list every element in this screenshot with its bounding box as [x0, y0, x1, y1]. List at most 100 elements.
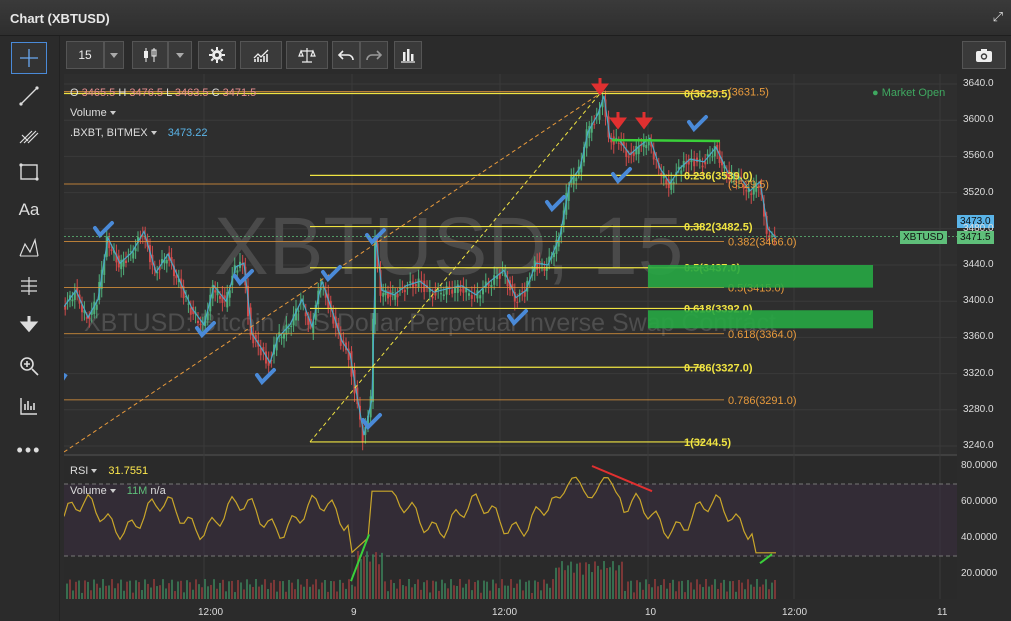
indicators-button[interactable]	[240, 41, 282, 69]
candle-body	[409, 281, 412, 284]
volume-bar	[597, 565, 599, 599]
snapshot-button[interactable]	[962, 41, 1006, 69]
volume-bar	[630, 580, 632, 599]
candle-body	[297, 310, 300, 312]
comparison-value: 3473.22	[167, 127, 208, 139]
volume-bar	[189, 582, 191, 599]
interval-dropdown[interactable]	[104, 41, 124, 69]
undo-button[interactable]	[332, 41, 360, 69]
watermark-symbol: XBTUSD, 15	[214, 201, 683, 292]
volume-bar	[528, 580, 530, 599]
volume-bar	[213, 579, 215, 599]
volume-bar	[645, 579, 647, 599]
more-tools-button[interactable]: •••	[11, 434, 47, 466]
chart-type-dropdown[interactable]	[168, 41, 192, 69]
fib-yellow-label: 0.786(3327.0)	[684, 362, 753, 374]
text-tool[interactable]: Aa	[11, 194, 47, 226]
volume-bar	[366, 551, 368, 599]
rsi-legend[interactable]: RSI 31.7551	[70, 465, 148, 477]
volume-bar	[105, 585, 107, 599]
volume-bar	[369, 561, 371, 599]
candle-body	[516, 301, 519, 303]
candle-body	[645, 145, 648, 149]
measure-tool[interactable]	[11, 270, 47, 302]
volume-bar	[774, 579, 776, 599]
volume-bar	[465, 583, 467, 599]
price-chart-canvas[interactable]: XBTUSD, 15XBTUSD: Bitcoin / US Dollar Pe…	[64, 74, 960, 605]
market-status: ● Market Open	[872, 87, 946, 99]
trend-line-tool[interactable]	[11, 80, 47, 112]
volume-bar	[486, 581, 488, 599]
fib-orange-label: 0.786(3291.0)	[728, 395, 797, 407]
volume-bar	[396, 588, 398, 599]
price-tick-label: 3520.0	[963, 186, 994, 198]
volume-bar	[102, 579, 104, 599]
crosshair-tool[interactable]	[11, 42, 47, 74]
volume-bar	[273, 579, 275, 599]
volume-bar	[207, 586, 209, 599]
volume-legend[interactable]: Volume	[70, 107, 116, 119]
rsi-volume-legend[interactable]: Volume 11M n/a	[70, 485, 166, 497]
volume-bar	[228, 581, 230, 599]
volume-bar	[498, 588, 500, 599]
candle-body	[403, 289, 406, 293]
candle-body	[627, 156, 630, 158]
volume-bar	[303, 586, 305, 599]
layout-button[interactable]	[394, 41, 422, 69]
compare-button[interactable]	[286, 41, 328, 69]
candle-body	[750, 193, 753, 195]
volume-bar	[513, 587, 515, 599]
volume-bar	[609, 567, 611, 599]
volume-bar	[378, 564, 380, 599]
volume-bar	[456, 585, 458, 599]
volume-bar	[252, 586, 254, 599]
volume-bar	[330, 580, 332, 599]
candle-body	[110, 249, 113, 252]
volume-bar	[177, 581, 179, 599]
pattern-tool[interactable]	[11, 232, 47, 264]
open-label: O	[70, 87, 79, 99]
arrow-marker-tool[interactable]	[11, 308, 47, 340]
candle-body	[647, 141, 650, 146]
comparison-legend[interactable]: .BXBT, BITMEX 3473.22	[70, 127, 207, 139]
volume-bar	[654, 579, 656, 599]
volume-bar	[642, 589, 644, 599]
volume-bar	[240, 582, 242, 599]
candle-body	[187, 303, 190, 305]
volume-bar	[618, 565, 620, 599]
chart-type-button[interactable]	[132, 41, 168, 69]
candle-body	[456, 284, 459, 293]
candle-body	[454, 287, 456, 293]
candle-body	[414, 284, 417, 287]
more-icon: •••	[16, 439, 42, 460]
rectangle-tool[interactable]	[11, 156, 47, 188]
volume-bar	[561, 561, 563, 599]
volume-bar	[558, 567, 560, 599]
interval-select[interactable]: 15	[66, 41, 104, 69]
chart-area[interactable]: XBTUSD, 15 XBTUSD: Bitcoin / US Dollar Pe…	[64, 74, 994, 605]
volume-bar	[363, 556, 365, 599]
candle-body	[665, 179, 668, 184]
zoom-tool[interactable]	[11, 350, 47, 382]
volume-bar	[741, 582, 743, 599]
volume-bar	[546, 583, 548, 599]
volume-bar	[222, 579, 224, 599]
volume-bar	[153, 579, 155, 599]
candle-body	[219, 296, 221, 299]
volume-bar	[759, 586, 761, 599]
chart-toolbar: 15	[60, 36, 1011, 74]
volume-bar	[537, 581, 539, 599]
measure-ruler-tool[interactable]	[11, 390, 47, 422]
chevron-down-icon	[109, 489, 116, 494]
candle-body	[680, 170, 683, 174]
redo-button[interactable]	[360, 41, 388, 69]
undo-icon	[337, 50, 354, 61]
volume-bar	[123, 590, 125, 599]
candle-body	[71, 299, 74, 302]
expand-icon[interactable]: ⤢	[993, 9, 1003, 25]
camera-icon	[976, 49, 992, 62]
volume-bar	[663, 579, 665, 599]
fib-tool[interactable]	[11, 118, 47, 150]
volume-bar	[462, 587, 464, 599]
settings-button[interactable]	[198, 41, 236, 69]
